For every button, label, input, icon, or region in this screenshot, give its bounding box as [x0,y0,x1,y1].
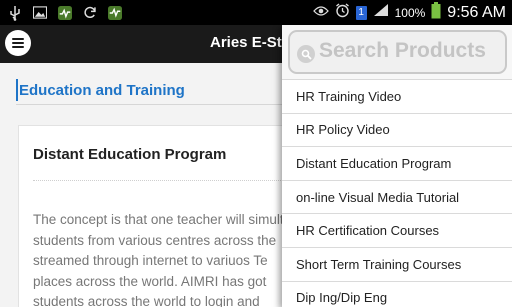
section-accent-bar [16,79,18,101]
suggestion-item[interactable]: Distant Education Program [282,147,512,181]
section-header: Education and Training [16,77,316,105]
product-suggestion-list: HR Training Video HR Policy Video Distan… [282,80,512,307]
status-time: 9:56 AM [447,3,506,21]
signal-icon [373,3,389,22]
content-card: Distant Education Program The concept is… [18,125,338,307]
hamburger-icon [12,38,24,48]
search-bar: Search Products [282,25,512,80]
sim-icon: 1 [355,5,367,20]
activity-full-icon [108,5,122,20]
search-placeholder: Search Products [319,39,486,62]
suggestion-item[interactable]: Short Term Training Courses [282,247,512,282]
activity-icon [58,5,72,20]
gallery-icon [33,6,47,20]
card-title: Distant Education Program [33,146,227,163]
search-input[interactable]: Search Products [288,30,507,74]
battery-percent: 100% [394,5,426,20]
status-right-icons: 1 100% 9:56 AM [312,0,506,25]
card-divider [33,180,323,181]
search-icon [297,45,315,63]
suggestion-item[interactable]: HR Certification Courses [282,214,512,248]
suggestion-item[interactable]: HR Policy Video [282,113,512,148]
search-dropdown: Search Products HR Training Video HR Pol… [282,25,512,307]
battery-icon [431,1,441,24]
eye-icon [312,4,329,22]
alarm-icon [335,2,350,23]
status-bar: 1 100% 9:56 AM [0,0,512,25]
usb-icon [8,5,22,21]
sync-icon [83,6,97,20]
screen: 1 100% 9:56 AM Aries E-Store Education a… [0,0,512,307]
suggestion-item[interactable]: Dip Ing/Dip Eng [282,281,512,307]
suggestion-item[interactable]: on-line Visual Media Tutorial [282,180,512,215]
suggestion-item[interactable]: HR Training Video [282,80,512,114]
sim-label: 1 [358,6,364,18]
menu-button[interactable] [5,30,31,56]
section-title: Education and Training [19,82,185,99]
status-left-icons [0,5,122,21]
